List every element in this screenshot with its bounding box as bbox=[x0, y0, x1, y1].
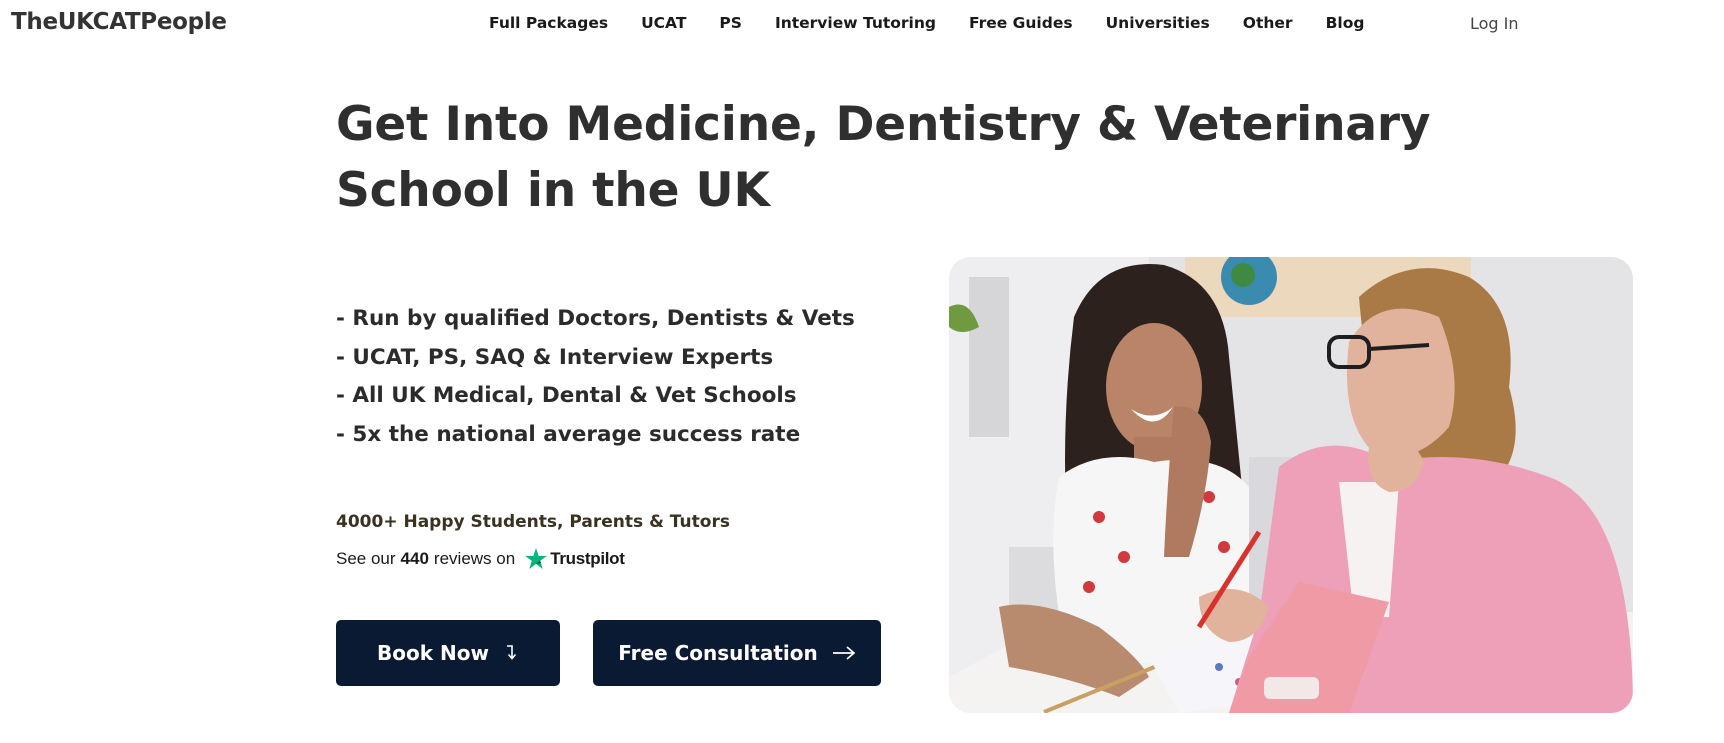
free-consultation-button[interactable]: Free Consultation bbox=[593, 620, 881, 686]
nav-ps[interactable]: PS bbox=[719, 14, 742, 32]
nav-ucat[interactable]: UCAT bbox=[641, 14, 686, 32]
feature-list: - Run by qualified Doctors, Dentists & V… bbox=[336, 300, 855, 454]
site-logo[interactable]: TheUKCATPeople bbox=[11, 9, 227, 35]
arrow-down-right-icon bbox=[503, 644, 519, 662]
hero-photo bbox=[949, 257, 1633, 713]
nav-full-packages[interactable]: Full Packages bbox=[489, 14, 608, 32]
main-nav: Full Packages UCAT PS Interview Tutoring… bbox=[489, 14, 1364, 32]
reviews-prefix: See our bbox=[336, 548, 396, 568]
feature-item: - Run by qualified Doctors, Dentists & V… bbox=[336, 306, 855, 331]
feature-item: - 5x the national average success rate bbox=[336, 421, 801, 447]
feature-item: - UCAT, PS, SAQ & Interview Experts bbox=[336, 344, 774, 370]
trustpilot-logo[interactable]: Trustpilot bbox=[525, 548, 625, 569]
login-link[interactable]: Log In bbox=[1470, 14, 1519, 33]
nav-universities[interactable]: Universities bbox=[1106, 14, 1210, 32]
hero-title-line-2: School in the UK bbox=[336, 163, 770, 218]
reviews-suffix: reviews on bbox=[433, 548, 516, 568]
nav-free-guides[interactable]: Free Guides bbox=[969, 14, 1073, 32]
happy-students-text: 4000+ Happy Students, Parents & Tutors bbox=[336, 512, 730, 532]
arrow-right-icon bbox=[832, 645, 856, 661]
nav-interview-tutoring[interactable]: Interview Tutoring bbox=[775, 14, 936, 32]
hero-title-line-1: Get Into Medicine, Dentistry & Veterinar… bbox=[336, 97, 1431, 152]
trustpilot-wordmark: Trustpilot bbox=[550, 548, 625, 568]
trustpilot-star-icon bbox=[525, 548, 548, 569]
nav-other[interactable]: Other bbox=[1243, 14, 1293, 32]
page: TheUKCATPeople Full Packages UCAT PS Int… bbox=[0, 0, 1724, 743]
free-consultation-label: Free Consultation bbox=[618, 641, 818, 665]
book-now-button[interactable]: Book Now bbox=[336, 620, 560, 686]
nav-blog[interactable]: Blog bbox=[1326, 14, 1365, 32]
feature-item: - All UK Medical, Dental & Vet Schools bbox=[336, 383, 797, 408]
trustpilot-reviews[interactable]: See our 440 reviews on Trustpilot bbox=[336, 548, 625, 569]
hero-title: Get Into Medicine, Dentistry & Veterinar… bbox=[336, 92, 1486, 224]
tutoring-photo-illustration bbox=[949, 257, 1633, 713]
reviews-count: 440 bbox=[400, 548, 429, 568]
book-now-label: Book Now bbox=[377, 641, 489, 665]
